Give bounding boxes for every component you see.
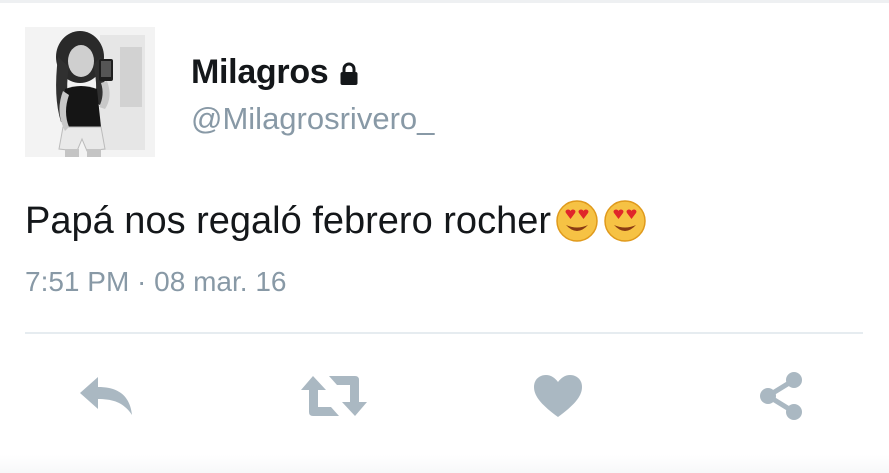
divider <box>25 332 863 334</box>
like-button[interactable] <box>529 366 587 426</box>
reply-icon <box>80 377 132 415</box>
reply-button[interactable] <box>75 366 139 426</box>
tweet-actions <box>0 366 889 426</box>
tweet-body: Papá nos regaló febrero rocher <box>25 199 551 242</box>
avatar[interactable] <box>25 27 155 157</box>
bottom-edge <box>0 455 889 473</box>
user-name[interactable]: Milagros <box>191 53 329 92</box>
retweet-icon <box>301 376 367 416</box>
heart-eyes-emoji <box>555 199 599 243</box>
lock-icon <box>339 62 359 86</box>
heart-icon <box>534 375 582 417</box>
share-icon <box>760 372 802 420</box>
user-handle[interactable]: @Milagrosrivero_ <box>191 101 434 137</box>
heart-eyes-emoji-2 <box>603 199 647 243</box>
share-button[interactable] <box>753 366 809 426</box>
retweet-button[interactable] <box>298 366 370 426</box>
user-name-row: Milagros <box>191 50 359 94</box>
tweet-text: Papá nos regaló febrero rocher <box>25 199 647 243</box>
top-edge <box>0 0 889 3</box>
timestamp[interactable]: 7:51 PM · 08 mar. 16 <box>25 266 286 298</box>
avatar-photo <box>25 27 155 157</box>
